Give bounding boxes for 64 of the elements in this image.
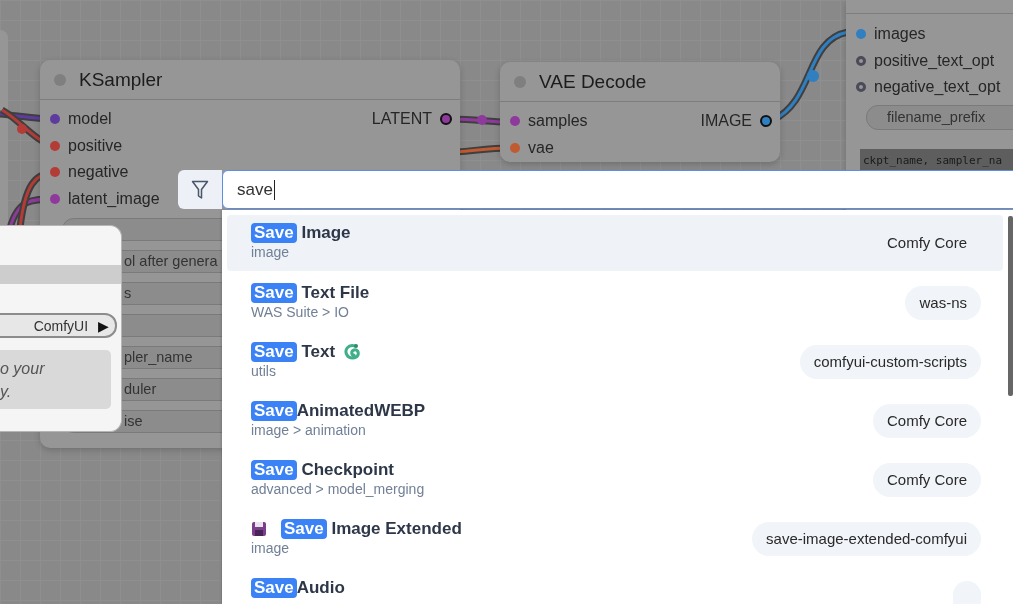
result-item[interactable]: Save Checkpoint advanced > model_merging Comfy Core	[227, 451, 1003, 510]
input-label: positive	[68, 136, 123, 155]
socket-dot[interactable]	[510, 116, 520, 127]
match-highlight: Save	[251, 460, 297, 480]
category-label: image > animation	[251, 422, 367, 438]
socket-dot[interactable]	[50, 114, 60, 125]
category-label: image	[251, 540, 291, 556]
input-label: samples	[528, 112, 588, 131]
snake-icon	[343, 343, 362, 361]
node-name: Image	[300, 223, 351, 243]
category-label: image	[251, 244, 291, 260]
input-label: vae	[528, 138, 554, 157]
result-item[interactable]: Save Image image Comfy Core	[227, 215, 1003, 271]
source-label: Comfy Core	[872, 404, 981, 438]
node-name: Image Extended	[330, 519, 462, 539]
socket-dot[interactable]	[856, 82, 866, 93]
search-field[interactable]: save	[222, 170, 1013, 209]
output-label: LATENT	[371, 110, 432, 129]
node-name: Text	[300, 342, 336, 362]
source-label: save-image-extended-comfyui	[752, 522, 981, 556]
socket-dot[interactable]	[440, 113, 452, 126]
source-label: Comfy Core	[872, 463, 981, 497]
socket-dot[interactable]	[510, 142, 520, 153]
result-item[interactable]: Save Image Extended image save-image-extended-comfyui	[227, 510, 1003, 569]
scrollbar-thumb[interactable]	[1008, 216, 1013, 396]
match-highlight: Save	[251, 401, 297, 421]
source-label: Comfy Core	[885, 233, 968, 253]
input-label: negative_text_opt	[874, 78, 1001, 97]
result-item[interactable]: Save Text utils comfyui-custom-scripts	[227, 333, 1003, 392]
filter-button[interactable]	[178, 170, 222, 209]
socket-dot[interactable]	[50, 140, 60, 151]
output-label: IMAGE	[700, 112, 752, 131]
input-label: latent_image	[68, 189, 160, 208]
source-label: was-ns	[905, 286, 981, 320]
match-highlight: Save	[281, 519, 327, 539]
node-name: AnimatedWEBP	[296, 401, 426, 421]
node-title: KSampler	[79, 68, 163, 91]
result-item[interactable]: Save Text File WAS Suite > IO was-ns	[227, 274, 1003, 333]
result-item[interactable]: Save Audio	[227, 569, 1003, 604]
input-label: positive_text_opt	[874, 51, 995, 70]
input-label: negative	[68, 163, 129, 182]
socket-dot[interactable]	[856, 55, 866, 66]
input-label: model	[68, 110, 112, 129]
dropdown-button[interactable]: ComfyUI ▶	[0, 313, 117, 338]
category-label: advanced > model_merging	[251, 481, 425, 497]
category-label: WAS Suite > IO	[251, 304, 350, 320]
node-name: Checkpoint	[300, 460, 394, 480]
match-highlight: Save	[251, 342, 297, 362]
socket-dot[interactable]	[50, 167, 60, 178]
socket-dot[interactable]	[760, 115, 772, 128]
filter-icon	[191, 179, 209, 200]
match-highlight: Save	[251, 283, 297, 303]
match-highlight: Save	[251, 578, 297, 598]
widget-field[interactable]: filename_prefix	[866, 104, 1013, 130]
match-highlight: Save	[251, 223, 297, 243]
result-item[interactable]: Save AnimatedWEBP image > animation Comfy Core	[227, 392, 1003, 451]
category-label: utils	[251, 363, 277, 379]
source-label: comfyui-custom-scripts	[799, 345, 981, 379]
node-name: Text File	[300, 283, 370, 303]
node-name: Audio	[296, 578, 345, 598]
node-title: VAE Decode	[539, 70, 647, 93]
socket-dot[interactable]	[856, 29, 866, 40]
socket-dot[interactable]	[50, 193, 60, 204]
input-label: images	[874, 25, 926, 44]
